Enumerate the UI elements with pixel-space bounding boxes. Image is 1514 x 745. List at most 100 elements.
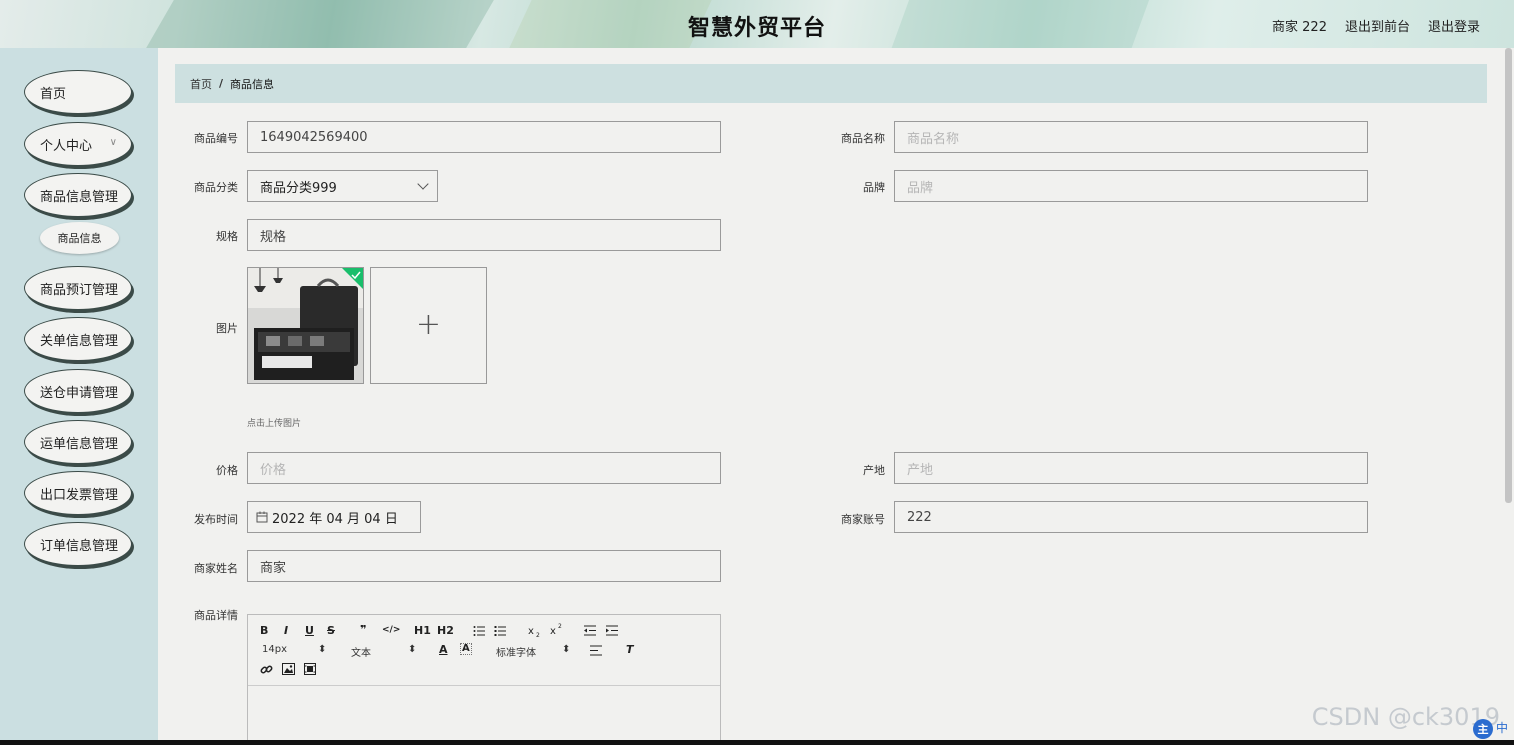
category-value: 商品分类999 bbox=[260, 180, 337, 196]
spec-label: 规格 bbox=[216, 230, 238, 243]
origin-label: 产地 bbox=[863, 464, 885, 477]
font-family-select[interactable]: 标准字体 bbox=[496, 644, 536, 659]
sidebar-item-label: 订单信息管理 bbox=[40, 538, 119, 554]
spec-field[interactable]: 规格 bbox=[247, 219, 721, 251]
superscript-icon[interactable]: x2 bbox=[550, 623, 564, 636]
breadcrumb-home[interactable]: 首页 bbox=[190, 76, 212, 92]
uploaded-product-image[interactable] bbox=[247, 267, 364, 384]
font-size-select[interactable]: 14px bbox=[262, 644, 287, 655]
svg-text:x: x bbox=[528, 626, 534, 637]
sidebar-item-label: 商品信息管理 bbox=[40, 189, 119, 205]
font-color-icon[interactable]: A bbox=[439, 643, 448, 656]
sidebar-item-label: 首页 bbox=[40, 86, 67, 102]
breadcrumb-current: 商品信息 bbox=[230, 77, 275, 91]
sidebar-item-label: 运单信息管理 bbox=[40, 436, 119, 452]
outdent-icon[interactable] bbox=[584, 625, 596, 636]
publish-time-label: 发布时间 bbox=[194, 513, 238, 526]
top-header: 智慧外贸平台 商家 222 退出到前台 退出登录 bbox=[0, 0, 1514, 48]
rich-text-editor[interactable]: B I U S ❞ </> H1 H2 x2 x2 14px ⬍ 文本 ⬍ A … bbox=[247, 614, 721, 745]
merchant-account-label: 商家账号 bbox=[841, 513, 885, 526]
editor-toolbar: B I U S ❞ </> H1 H2 x2 x2 14px ⬍ 文本 ⬍ A … bbox=[248, 615, 720, 686]
svg-text:2: 2 bbox=[558, 623, 562, 630]
brand-field[interactable]: 品牌 bbox=[894, 170, 1368, 202]
current-user: 商家 222 bbox=[1272, 20, 1327, 35]
scrollbar-thumb[interactable] bbox=[1505, 48, 1512, 503]
text-type-select[interactable]: 文本 bbox=[351, 644, 371, 659]
calendar-icon bbox=[256, 511, 268, 523]
font-family-arrows-icon[interactable]: ⬍ bbox=[562, 644, 570, 655]
svg-text:x: x bbox=[550, 626, 556, 636]
logout-link[interactable]: 退出登录 bbox=[1428, 16, 1480, 35]
product-photo bbox=[248, 268, 363, 383]
svg-text:2: 2 bbox=[536, 632, 540, 637]
sidebar: 首页 个人中心 ∨ 商品信息管理 商品信息 商品预订管理 关单信息管理 送仓申请管… bbox=[0, 48, 158, 745]
taskbar-edge bbox=[0, 740, 1514, 745]
sidebar-item-label: 出口发票管理 bbox=[40, 487, 119, 503]
sidebar-item-label: 送仓申请管理 bbox=[40, 385, 119, 401]
origin-field[interactable]: 产地 bbox=[894, 452, 1368, 484]
chevron-down-icon bbox=[417, 178, 429, 190]
heading2-button[interactable]: H2 bbox=[437, 624, 454, 637]
sidebar-item-goods-management[interactable]: 商品信息管理 bbox=[24, 173, 132, 217]
publish-date-picker[interactable]: 2022 年 04 月 04 日 bbox=[247, 501, 421, 533]
publish-date-value: 2022 年 04 月 04 日 bbox=[272, 511, 398, 527]
merchant-name-label: 商家姓名 bbox=[194, 562, 238, 575]
link-icon[interactable] bbox=[260, 663, 273, 676]
video-icon[interactable] bbox=[304, 663, 316, 675]
ime-toolbar[interactable]: 主 中 bbox=[1472, 719, 1508, 739]
breadcrumb-separator: / bbox=[219, 77, 224, 90]
code-label: 商品编号 bbox=[194, 132, 238, 145]
text-type-arrows-icon[interactable]: ⬍ bbox=[408, 644, 416, 655]
page-scrollbar[interactable] bbox=[1503, 48, 1514, 745]
breadcrumb: 首页 / 商品信息 bbox=[175, 64, 1487, 103]
upload-image-button[interactable]: + bbox=[370, 267, 487, 384]
price-label: 价格 bbox=[216, 464, 238, 477]
sidebar-item-invoice-management[interactable]: 出口发票管理 bbox=[24, 471, 132, 515]
category-select[interactable]: 商品分类999 bbox=[247, 170, 438, 202]
detail-label: 商品详情 bbox=[194, 609, 238, 622]
plus-icon: + bbox=[415, 306, 442, 342]
brand-label: 品牌 bbox=[863, 181, 885, 194]
watermark: CSDN @ck3019 bbox=[1311, 703, 1500, 731]
sidebar-item-warehouse-management[interactable]: 送仓申请管理 bbox=[24, 369, 132, 413]
price-field[interactable]: 价格 bbox=[247, 452, 721, 484]
sidebar-item-label: 个人中心 bbox=[40, 138, 93, 154]
subscript-icon[interactable]: x2 bbox=[528, 624, 542, 637]
exit-to-front-link[interactable]: 退出到前台 bbox=[1345, 16, 1410, 35]
align-icon[interactable] bbox=[590, 645, 602, 656]
sidebar-item-order-management[interactable]: 订单信息管理 bbox=[24, 522, 132, 566]
merchant-account-field[interactable]: 222 bbox=[894, 501, 1368, 533]
bold-button[interactable]: B bbox=[260, 624, 268, 637]
image-icon[interactable] bbox=[282, 663, 295, 675]
chevron-down-icon: ∨ bbox=[109, 137, 117, 148]
underline-button[interactable]: U bbox=[305, 624, 314, 637]
sidebar-item-booking-management[interactable]: 商品预订管理 bbox=[24, 266, 132, 310]
quote-button[interactable]: ❞ bbox=[360, 623, 366, 636]
ime-mode-label[interactable]: 中 bbox=[1496, 719, 1508, 739]
sidebar-item-label: 关单信息管理 bbox=[40, 333, 119, 349]
upload-hint: 点击上传图片 bbox=[247, 419, 302, 429]
header-actions: 商家 222 退出到前台 退出登录 bbox=[1272, 16, 1480, 35]
sidebar-item-home[interactable]: 首页 bbox=[24, 70, 132, 114]
name-label: 商品名称 bbox=[841, 132, 885, 145]
ordered-list-icon[interactable] bbox=[473, 625, 485, 636]
font-size-arrows-icon[interactable]: ⬍ bbox=[318, 644, 326, 655]
strike-button[interactable]: S bbox=[327, 624, 335, 637]
italic-button[interactable]: I bbox=[284, 624, 288, 637]
merchant-name-field[interactable]: 商家 bbox=[247, 550, 721, 582]
category-label: 商品分类 bbox=[194, 181, 238, 194]
sidebar-item-waybill-management[interactable]: 运单信息管理 bbox=[24, 420, 132, 464]
heading1-button[interactable]: H1 bbox=[414, 624, 431, 637]
clear-format-icon[interactable]: T bbox=[626, 643, 634, 656]
sidebar-item-personal-center[interactable]: 个人中心 ∨ bbox=[24, 122, 132, 166]
bullet-list-icon[interactable] bbox=[494, 625, 506, 636]
ime-logo-icon[interactable]: 主 bbox=[1472, 719, 1493, 739]
sidebar-item-label: 商品预订管理 bbox=[40, 282, 119, 298]
code-field[interactable]: 1649042569400 bbox=[247, 121, 721, 153]
indent-icon[interactable] bbox=[606, 625, 618, 636]
sidebar-item-customs-management[interactable]: 关单信息管理 bbox=[24, 317, 132, 361]
background-color-icon[interactable]: A bbox=[460, 643, 472, 655]
sidebar-subitem-goods-info[interactable]: 商品信息 bbox=[40, 222, 119, 254]
code-block-button[interactable]: </> bbox=[382, 625, 400, 635]
name-field[interactable]: 商品名称 bbox=[894, 121, 1368, 153]
